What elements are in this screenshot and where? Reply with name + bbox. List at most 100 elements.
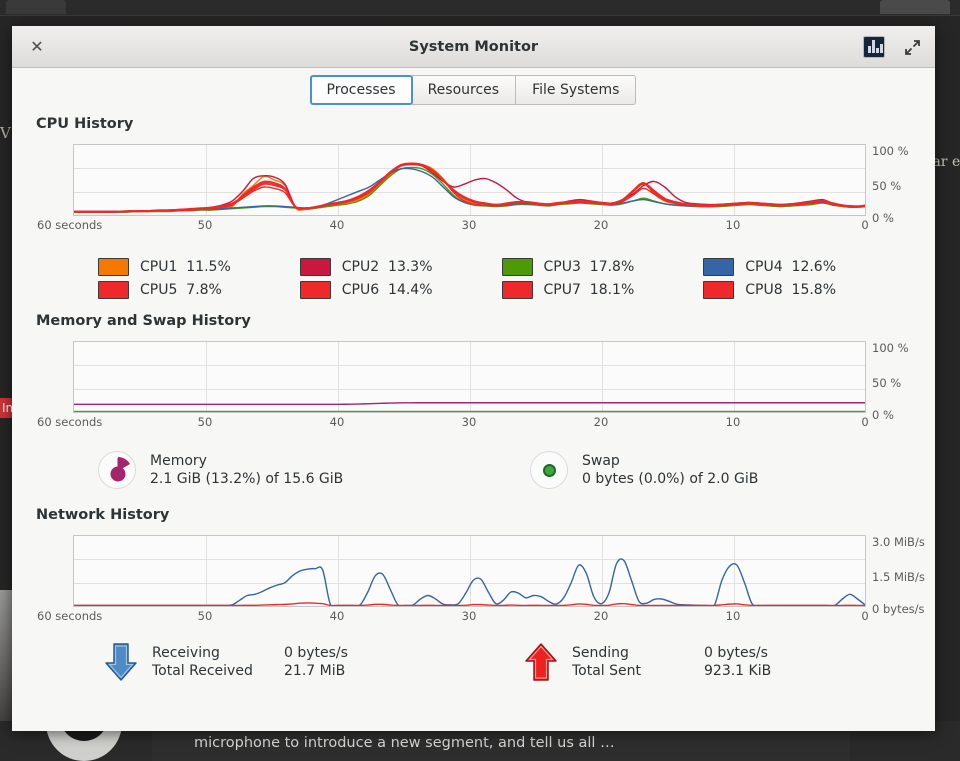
- cpu6-name: CPU6: [341, 282, 380, 298]
- upload-arrow-icon: [525, 643, 557, 681]
- cpu-legend-item[interactable]: CPU2 13.3%: [299, 258, 502, 276]
- cpu1-color-swatch: [98, 258, 129, 276]
- cpu-lines: [74, 145, 865, 215]
- cpu-legend-item[interactable]: CPU1 11.5%: [98, 258, 300, 276]
- swap-legend-item[interactable]: Swap 0 bytes (0.0%) of 2.0 GiB: [530, 451, 758, 489]
- cpu-legend-item[interactable]: CPU6 14.4%: [299, 281, 502, 299]
- network-x-tick: 50: [197, 609, 213, 623]
- cpu-legend-item[interactable]: CPU4 12.6%: [703, 258, 905, 276]
- cpu-legend-item[interactable]: CPU3 17.8%: [501, 258, 704, 276]
- sending-value: 0 bytes/s: [704, 645, 768, 661]
- total-received-label: Total Received: [152, 663, 253, 679]
- chart-monitor-glyph: [863, 36, 885, 58]
- background-browser-toolbar: [0, 0, 960, 16]
- system-monitor-window: ✕ System Monitor Processes Resources Fil…: [12, 26, 935, 731]
- cpu7-value: 18.1%: [589, 282, 635, 298]
- tab-file-systems[interactable]: File Systems: [516, 75, 637, 105]
- cpu-x-axis: 60 seconds 50 40 30 20 10 0: [24, 218, 925, 234]
- cpu-history-graph: 60 seconds 50 40 30 20 10 0 100 % 50 % 0…: [24, 144, 925, 236]
- cpu3-color-swatch: [501, 258, 533, 276]
- swap-value: 0 bytes (0.0%) of 2.0 GiB: [582, 471, 759, 487]
- tab-resources[interactable]: Resources: [411, 75, 517, 105]
- network-x-tick: 0: [861, 609, 869, 623]
- window-title: System Monitor: [408, 38, 539, 55]
- tab-processes[interactable]: Processes: [309, 75, 413, 105]
- close-icon[interactable]: ✕: [20, 32, 54, 62]
- network-x-tick: 40: [329, 609, 345, 623]
- cpu5-name: CPU5: [140, 282, 178, 298]
- cpu3-name: CPU3: [543, 259, 581, 275]
- cpu-y-tick: 50 %: [872, 179, 902, 193]
- receiving-value: 0 bytes/s: [284, 645, 348, 661]
- network-legend: Receiving 0 bytes/s Total Received 21.7 Mi…: [24, 641, 925, 683]
- network-y-tick: 3.0 MiB/s: [872, 535, 925, 549]
- network-x-axis: 60 seconds 50 40 30 20 10 0: [24, 609, 925, 625]
- memory-gauge-icon: [98, 451, 136, 489]
- background-browser-tab: [6, 0, 66, 14]
- cpu-legend-item[interactable]: CPU5 7.8%: [98, 281, 300, 299]
- memory-y-tick: 0 %: [872, 408, 894, 422]
- memory-x-tick: 0: [861, 415, 869, 429]
- network-y-axis: 3.0 MiB/s 1.5 MiB/s 0 bytes/s: [872, 527, 935, 619]
- resources-content: CPU History 60 seconds 50 40 30 20 10 0: [12, 112, 935, 731]
- memory-x-axis: 60 seconds 50 40 30 20 10 0: [24, 415, 925, 431]
- cpu8-value: 15.8%: [791, 282, 837, 298]
- cpu-x-tick: 40: [329, 218, 345, 232]
- swap-gauge-icon: [530, 451, 568, 489]
- cpu-legend: CPU1 11.5% CPU2 13.3% CPU3 17.8% CPU4 12…: [24, 258, 925, 299]
- network-y-tick: 0 bytes/s: [872, 602, 925, 616]
- memory-x-tick: 20: [593, 415, 609, 429]
- cpu1-name: CPU1: [140, 259, 178, 275]
- cpu-x-tick: 10: [725, 218, 741, 232]
- memory-swap-legend: Memory 2.1 GiB (13.2%) of 15.6 GiB Swap …: [24, 451, 925, 489]
- memory-x-tick: 60 seconds: [37, 415, 103, 429]
- memory-x-tick: 10: [725, 415, 741, 429]
- network-x-tick: 10: [725, 609, 741, 623]
- cpu4-name: CPU4: [745, 259, 783, 275]
- memory-y-tick: 50 %: [872, 376, 902, 390]
- maximize-icon[interactable]: [895, 32, 929, 62]
- cpu-legend-item[interactable]: CPU8 15.8%: [703, 281, 905, 299]
- cpu-y-tick: 100 %: [872, 144, 909, 158]
- network-x-tick: 60 seconds: [37, 609, 103, 623]
- network-history-graph: 60 seconds 50 40 30 20 10 0 3.0 MiB/s 1.…: [24, 535, 925, 627]
- cpu8-color-swatch: [703, 281, 735, 299]
- cpu5-value: 7.8%: [186, 282, 222, 298]
- network-x-tick: 20: [593, 609, 609, 623]
- memory-history-title: Memory and Swap History: [36, 313, 251, 329]
- cpu3-value: 17.8%: [589, 259, 635, 275]
- receiving-legend-item[interactable]: Receiving 0 bytes/s Total Received 21.7 Mi…: [102, 641, 522, 683]
- cpu1-value: 11.5%: [186, 259, 231, 275]
- cpu4-value: 12.6%: [791, 259, 837, 275]
- download-arrow-icon: [105, 643, 137, 681]
- memory-x-tick: 40: [329, 415, 345, 429]
- titlebar-buttons: [857, 26, 929, 68]
- network-plot-area: [73, 535, 866, 607]
- cpu4-color-swatch: [703, 258, 735, 276]
- cpu-x-tick: 0: [861, 218, 869, 232]
- cpu-x-tick: 60 seconds: [37, 218, 103, 232]
- network-history-title: Network History: [36, 507, 170, 523]
- cpu-legend-item[interactable]: CPU7 18.1%: [501, 281, 704, 299]
- cpu2-color-swatch: [299, 258, 331, 276]
- sending-label: Sending: [572, 645, 629, 661]
- total-received-value: 21.7 MiB: [284, 663, 346, 679]
- memory-plot-area: [73, 341, 866, 413]
- cpu7-color-swatch: [501, 281, 533, 299]
- cpu-x-tick: 50: [197, 218, 213, 232]
- network-lines: [74, 536, 865, 606]
- memory-value: 2.1 GiB (13.2%) of 15.6 GiB: [150, 471, 344, 487]
- total-sent-label: Total Sent: [572, 663, 642, 679]
- chart-monitor-icon[interactable]: [857, 32, 891, 62]
- memory-y-tick: 100 %: [872, 341, 909, 355]
- sending-legend-item[interactable]: Sending 0 bytes/s Total Sent 923.1 KiB: [522, 641, 771, 683]
- receiving-label: Receiving: [152, 645, 220, 661]
- cpu6-value: 14.4%: [388, 282, 433, 298]
- cpu5-color-swatch: [98, 281, 129, 299]
- tabs: Processes Resources File Systems: [309, 75, 637, 105]
- memory-legend-item[interactable]: Memory 2.1 GiB (13.2%) of 15.6 GiB: [98, 451, 530, 489]
- cpu8-name: CPU8: [745, 282, 783, 298]
- cpu-y-axis: 100 % 50 % 0 %: [872, 136, 935, 228]
- network-x-tick: 30: [461, 609, 477, 623]
- cpu6-color-swatch: [299, 281, 331, 299]
